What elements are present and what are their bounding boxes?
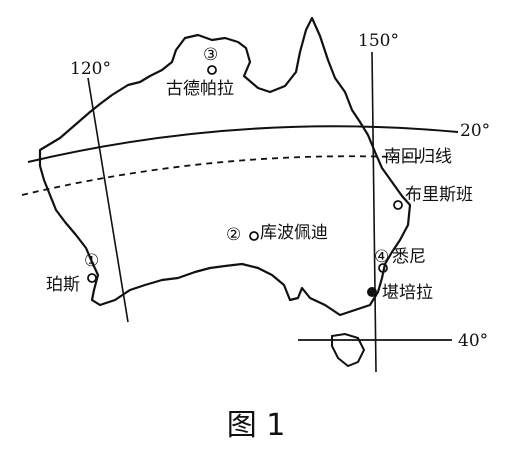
canberra-label: 堪培拉 [382, 283, 433, 303]
australia-map: 120° 150° 20° 40° 南回归线 ③ 古德帕拉 布里斯班 ② 库波佩… [21, 16, 490, 373]
city-3-dot [207, 65, 217, 75]
city-4-name: 悉尼 [392, 247, 426, 267]
city-3-marker: ③ [203, 45, 218, 65]
tropic-label: 南回归线 [384, 147, 452, 167]
city-1-name: 珀斯 [46, 275, 80, 295]
label-120: 120° [70, 59, 111, 79]
city-3-name: 古德帕拉 [166, 79, 234, 99]
label-20: 20° [460, 121, 490, 141]
figure-caption: 图 1 [226, 408, 286, 443]
city-2-marker: ② [226, 225, 241, 245]
city-2-name: 库波佩迪 [260, 223, 328, 243]
tasmania-outline [331, 332, 366, 368]
meridian-120 [87, 77, 129, 323]
label-150: 150° [358, 31, 399, 51]
canberra-dot [367, 287, 377, 297]
city-1-dot [87, 273, 97, 283]
meridian-150 [371, 51, 377, 373]
city-1-marker: ① [84, 251, 99, 271]
brisbane-dot [393, 200, 403, 210]
city-2-dot [249, 231, 259, 241]
label-40: 40° [458, 331, 488, 351]
brisbane-label: 布里斯班 [405, 185, 473, 205]
tropic-of-capricorn [21, 155, 421, 196]
